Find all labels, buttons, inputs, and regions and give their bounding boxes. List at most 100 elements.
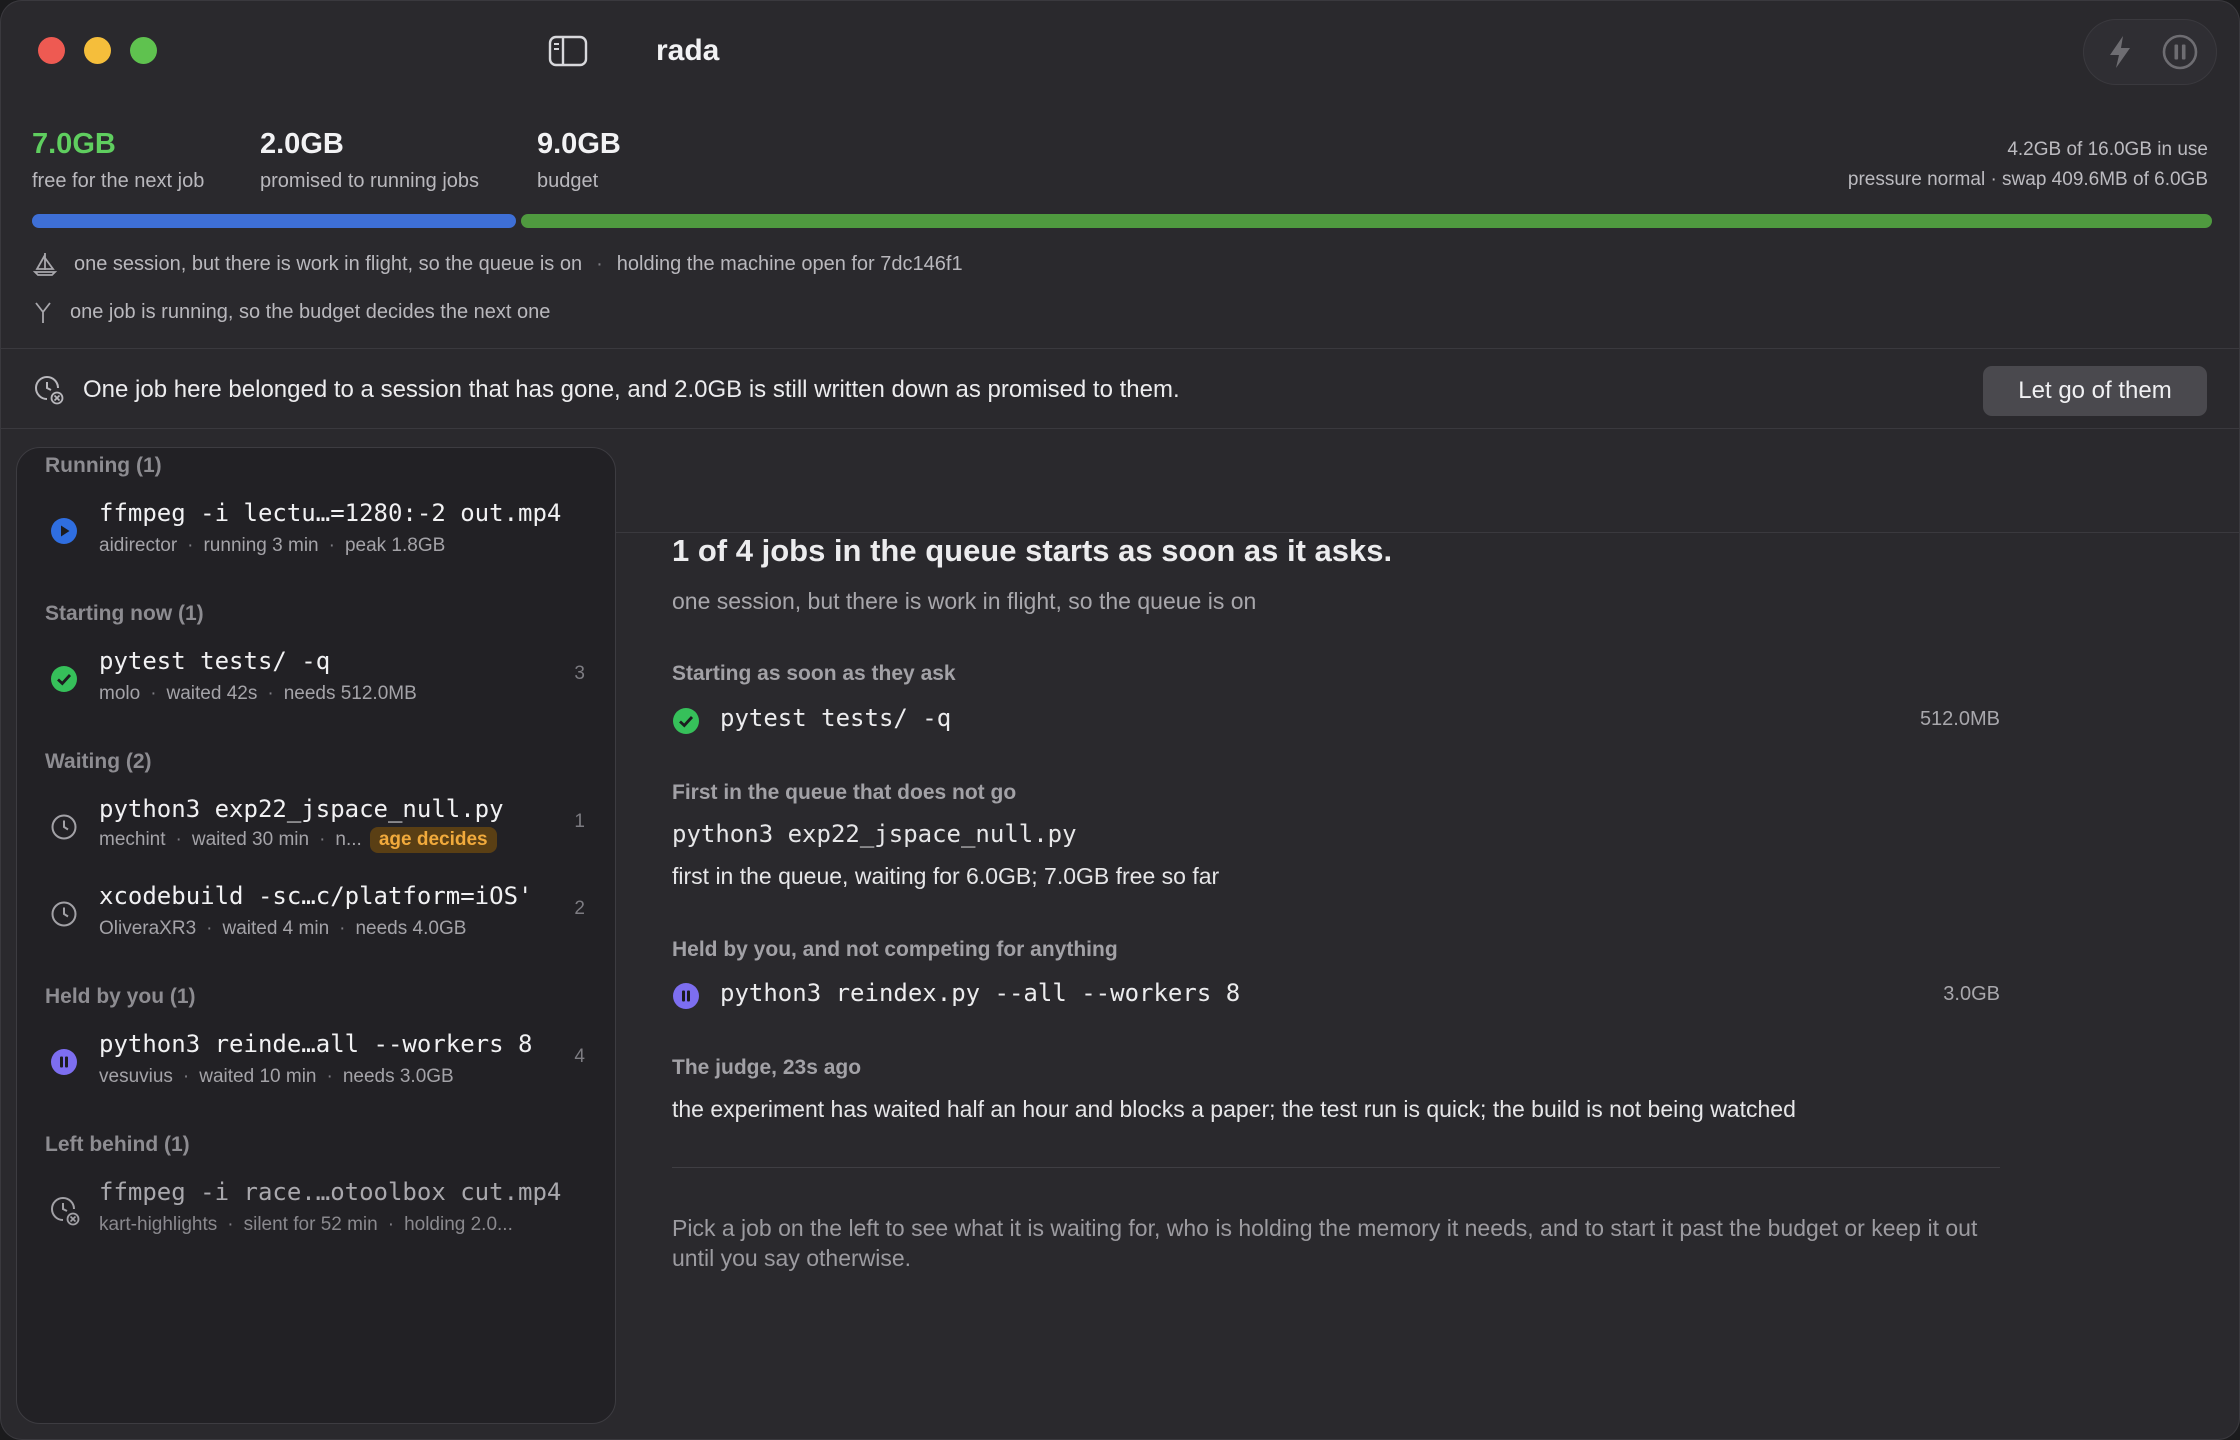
clock-x-icon: [50, 1196, 80, 1226]
job-title: ffmpeg -i race.…otoolbox cut.mp4: [99, 1178, 562, 1206]
promised-memory-value: 2.0GB: [260, 128, 344, 160]
job-item[interactable]: ffmpeg -i lectu…=1280:-2 out.mp4 aidirec…: [17, 499, 615, 579]
sidebar-toggle-icon[interactable]: [548, 34, 588, 68]
minimize-window-button[interactable]: [84, 37, 111, 64]
separator-dot: ·: [319, 829, 326, 850]
job-time: running 3 min: [203, 535, 319, 556]
age-decides-badge: age decides: [369, 827, 497, 853]
clock-icon: [50, 813, 78, 841]
job-item[interactable]: xcodebuild -sc…c/platform=iOS' OliveraXR…: [17, 882, 615, 962]
close-window-button[interactable]: [38, 37, 65, 64]
job-title: python3 exp22_jspace_null.py: [99, 795, 504, 823]
section-heading-starting: Starting now (1): [45, 602, 204, 625]
job-time: waited 10 min: [199, 1066, 317, 1087]
sailboat-icon: [32, 251, 58, 277]
job-item[interactable]: pytest tests/ -q molo · waited 42s · needs 5…: [17, 647, 615, 727]
budget-value: 9.0GB: [537, 128, 621, 160]
job-time: waited 42s: [166, 683, 258, 704]
zoom-window-button[interactable]: [130, 37, 157, 64]
starting-job-row[interactable]: pytest tests/ -q 512.0MB: [672, 704, 2000, 738]
separator-dot: ·: [387, 1214, 395, 1235]
memory-pressure: pressure normal · swap 409.6MB of 6.0GB: [1847, 169, 2208, 190]
starting-label: Starting as soon as they ask: [672, 662, 956, 685]
queue-position: 2: [574, 898, 585, 919]
job-owner: kart-highlights: [99, 1214, 218, 1235]
job-owner: mechint: [99, 829, 166, 850]
job-memory: needs 3.0GB: [342, 1066, 454, 1087]
job-memory: holding 2.0...: [404, 1214, 513, 1235]
job-item[interactable]: python3 reinde…all --workers 8 vesuvius ·…: [17, 1030, 615, 1110]
pause-circle-icon[interactable]: [2160, 32, 2200, 72]
job-meta: molo · waited 42s · needs 512.0MB: [99, 683, 417, 705]
separator-dot: ·: [227, 1214, 234, 1235]
separator-dot: ·: [206, 918, 213, 939]
help-text: Pick a job on the left to see what it is…: [672, 1215, 1978, 1271]
job-owner: OliveraXR3: [99, 918, 197, 939]
held-job-size: 3.0GB: [1943, 983, 2000, 1005]
running-play-icon: [50, 517, 78, 545]
free-memory-label: free for the next job: [32, 170, 205, 192]
separator-dot: ·: [187, 535, 194, 556]
job-time: waited 30 min: [191, 829, 310, 850]
queue-subline: one session, but there is work in flight…: [672, 588, 1257, 614]
job-meta: aidirector · running 3 min · peak 1.8GB: [99, 535, 445, 557]
budget-label: budget: [537, 170, 599, 192]
queue-position: 4: [574, 1046, 585, 1067]
job-memory: n...: [335, 829, 362, 850]
check-circle-icon: [50, 665, 78, 693]
job-owner: molo: [99, 683, 141, 704]
budget-status-row: one job is running, so the budget decide…: [32, 297, 550, 327]
first-in-queue-reason: first in the queue, waiting for 6.0GB; 7…: [672, 863, 1220, 889]
job-memory: peak 1.8GB: [344, 535, 446, 556]
app-window: rada 7.0GB free for the next job 2.0GB p…: [0, 0, 2240, 1440]
job-owner: vesuvius: [99, 1066, 173, 1087]
held-job-row[interactable]: python3 reindex.py --all --workers 8 3.0…: [672, 979, 2000, 1013]
promised-memory-label: promised to running jobs: [260, 170, 480, 192]
job-title: xcodebuild -sc…c/platform=iOS': [99, 882, 533, 910]
separator-dot: ·: [328, 535, 335, 556]
job-title: pytest tests/ -q: [99, 647, 331, 675]
job-memory: needs 512.0MB: [283, 683, 417, 704]
budget-status-text: one job is running, so the budget decide…: [70, 300, 551, 323]
job-meta: vesuvius · waited 10 min · needs 3.0GB: [99, 1066, 454, 1088]
separator-dot: ·: [339, 918, 346, 939]
job-meta: kart-highlights · silent for 52 min · holdin…: [99, 1214, 513, 1236]
job-meta: OliveraXR3 · waited 4 min · needs 4.0GB: [99, 918, 466, 940]
judge-label: The judge, 23s ago: [672, 1056, 862, 1079]
toolbar-controls: [2083, 19, 2217, 85]
check-circle-icon: [672, 707, 700, 735]
queue-position: 1: [574, 811, 585, 832]
held-job-title: python3 reindex.py --all --workers 8: [720, 979, 1241, 1007]
job-title: ffmpeg -i lectu…=1280:-2 out.mp4: [99, 499, 562, 527]
free-memory-bar: [521, 214, 2212, 228]
held-pause-icon: [50, 1048, 78, 1076]
first-in-queue-label: First in the queue that does not go: [672, 781, 1017, 804]
separator-dot: ·: [326, 1066, 333, 1087]
judge-text: the experiment has waited half an hour a…: [672, 1096, 1796, 1122]
job-title: python3 reinde…all --workers 8: [99, 1030, 533, 1058]
job-meta: mechint · waited 30 min · n... age decides: [99, 827, 497, 853]
section-heading-waiting: Waiting (2): [45, 750, 152, 773]
job-item[interactable]: ffmpeg -i race.…otoolbox cut.mp4 kart-hi…: [17, 1178, 615, 1258]
clock-x-icon: [34, 375, 64, 405]
bolt-icon[interactable]: [2100, 32, 2140, 72]
promised-memory-bar: [32, 214, 516, 228]
section-heading-left-behind: Left behind (1): [45, 1133, 190, 1156]
first-in-queue-job: python3 exp22_jspace_null.py: [672, 820, 1077, 848]
separator-dot: ·: [175, 829, 182, 850]
separator-dot: ·: [150, 683, 157, 704]
held-label: Held by you, and not competing for anyth…: [672, 938, 1118, 961]
starting-job-title: pytest tests/ -q: [720, 704, 952, 732]
held-pause-icon: [672, 982, 700, 1010]
free-memory-value: 7.0GB: [32, 128, 116, 160]
app-title: rada: [656, 34, 720, 67]
clock-icon: [50, 900, 78, 928]
job-item[interactable]: python3 exp22_jspace_null.py mechint · wai…: [17, 795, 615, 875]
separator-dot: ·: [596, 252, 603, 275]
divider: [0, 428, 2240, 429]
let-go-button[interactable]: Let go of them: [1983, 366, 2207, 416]
job-owner: aidirector: [99, 535, 178, 556]
separator-dot: ·: [267, 683, 274, 704]
divider: [672, 1167, 2000, 1168]
queue-position: 3: [574, 663, 585, 684]
